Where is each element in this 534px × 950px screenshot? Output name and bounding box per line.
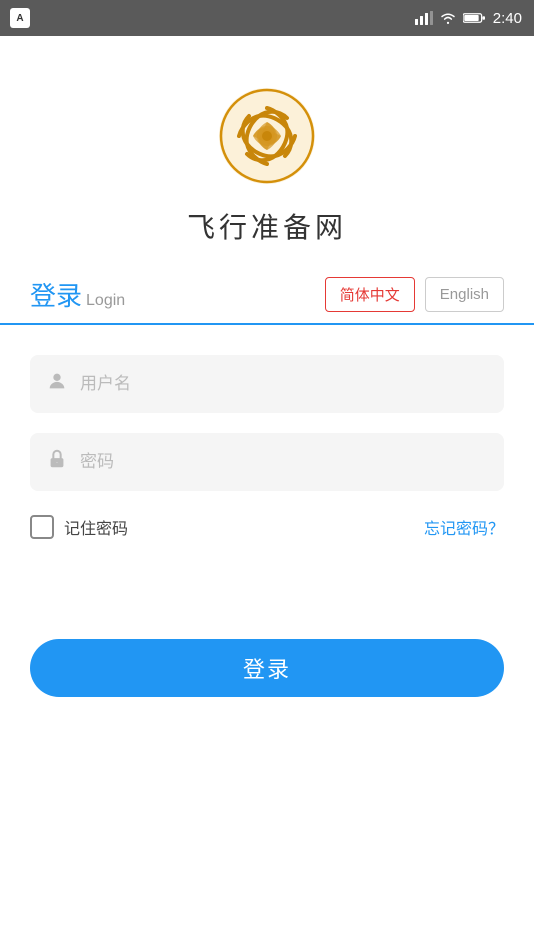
login-button[interactable]: 登录: [30, 639, 504, 697]
username-field-group: [30, 355, 504, 413]
lang-buttons: 简体中文 English: [325, 277, 504, 312]
login-header: 登录 Login 简体中文 English: [0, 276, 534, 325]
status-bar-right: 2:40: [415, 10, 522, 27]
app-logo: [217, 86, 317, 186]
login-title: 登录 Login: [30, 276, 125, 313]
status-time: 2:40: [493, 10, 522, 27]
user-icon: [46, 370, 68, 398]
status-bar-left: A: [10, 8, 30, 28]
remember-checkbox[interactable]: [30, 515, 54, 539]
app-icon: A: [10, 8, 30, 28]
remember-label: 记住密码: [64, 515, 128, 539]
username-input[interactable]: [80, 374, 488, 394]
login-title-en: Login: [86, 292, 125, 310]
options-row: 记住密码 忘记密码？: [0, 515, 534, 539]
app-title: 飞行准备网: [187, 206, 347, 246]
wifi-icon: [439, 11, 457, 25]
logo-area: 飞行准备网: [187, 86, 347, 246]
battery-icon: [463, 12, 485, 24]
main-content: 飞行准备网 登录 Login 简体中文 English: [0, 36, 534, 950]
form-area: [0, 355, 534, 511]
lang-en-button[interactable]: English: [425, 277, 504, 312]
password-field-group: [30, 433, 504, 491]
login-btn-container: 登录: [0, 639, 534, 697]
lang-cn-button[interactable]: 简体中文: [325, 277, 415, 312]
forgot-password-link[interactable]: 忘记密码？: [424, 515, 504, 539]
remember-container: 记住密码: [30, 515, 128, 539]
status-bar: A 2:40: [0, 0, 534, 36]
login-title-cn: 登录: [30, 276, 82, 313]
lock-icon: [46, 448, 68, 476]
signal-icon: [415, 11, 433, 25]
password-input[interactable]: [80, 452, 488, 472]
